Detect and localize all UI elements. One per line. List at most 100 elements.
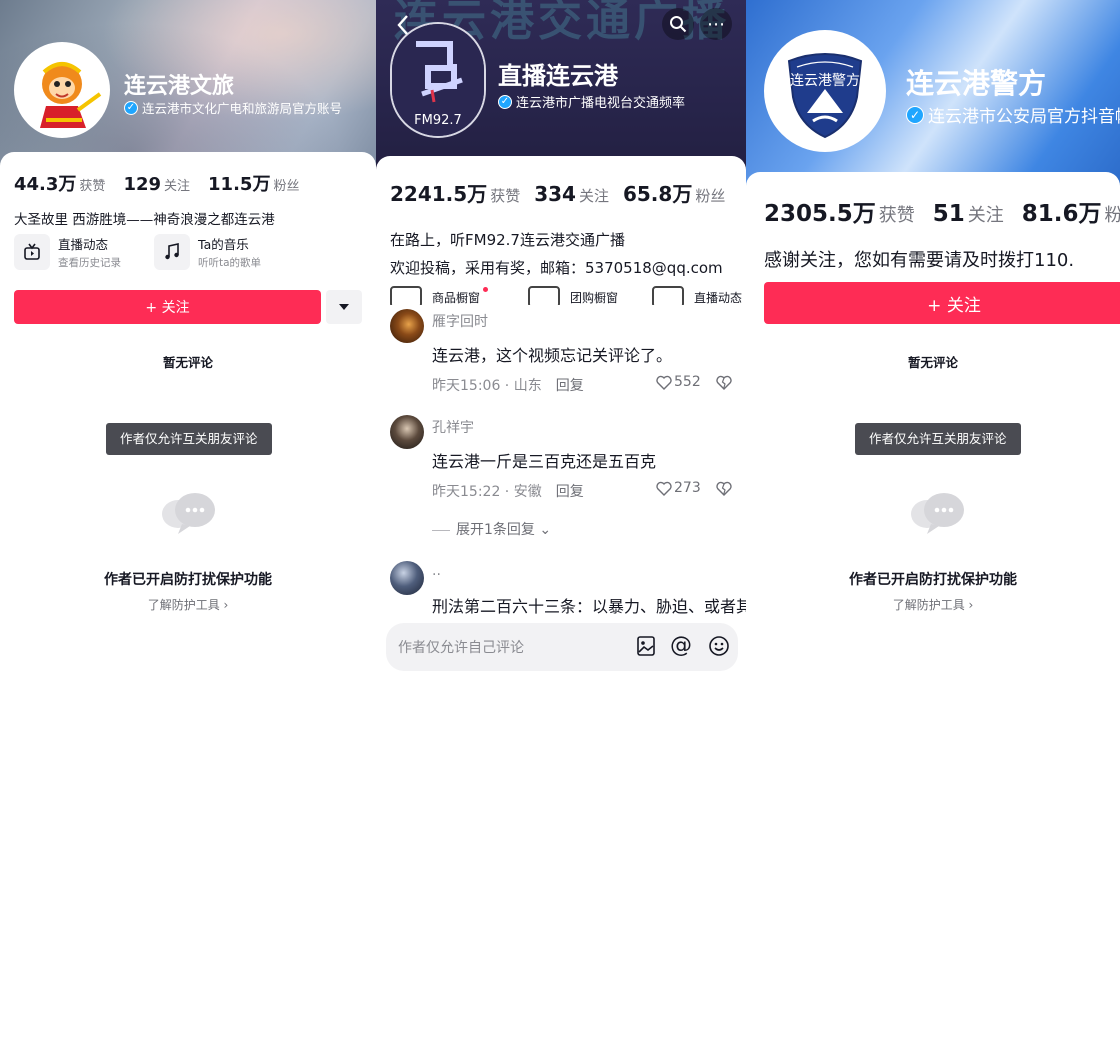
followers-count[interactable]: 65.8万 bbox=[623, 178, 692, 207]
expand-replies-button[interactable]: 展开1条回复 ⌄ bbox=[432, 519, 551, 539]
commenter-avatar[interactable] bbox=[390, 415, 424, 449]
tile-subtitle: 查看历史记录 bbox=[58, 257, 121, 269]
comment-username[interactable]: 雁字回时 bbox=[432, 311, 488, 331]
more-dropdown-button[interactable] bbox=[326, 290, 362, 324]
mention-icon[interactable]: @ bbox=[670, 633, 692, 658]
bio-line: 欢迎投稿，采用有奖，邮箱：5370518@qq.com bbox=[390, 259, 723, 277]
search-icon[interactable] bbox=[662, 8, 694, 40]
image-icon[interactable] bbox=[636, 635, 656, 657]
likes-label: 获赞 bbox=[878, 205, 915, 226]
broken-heart-icon[interactable] bbox=[716, 375, 732, 390]
reply-button[interactable]: 回复 bbox=[556, 484, 584, 500]
follow-button[interactable]: + 关注 bbox=[764, 282, 1120, 324]
back-icon[interactable] bbox=[396, 14, 410, 40]
learn-protection-link[interactable]: 了解防护工具 › bbox=[746, 596, 1120, 613]
profile-panel-police: 连云港警方 连云港警方 ✓ 连云港市公安局官方抖音帐号 2305.5万获赞 51… bbox=[746, 0, 1120, 672]
more-options-icon[interactable]: ⋯ bbox=[700, 8, 732, 40]
stats-row: 44.3万 获赞 129 关注 11.5万 粉丝 bbox=[14, 170, 317, 196]
followers-label[interactable]: 粉丝 bbox=[695, 185, 725, 206]
followers-label[interactable]: 粉丝 bbox=[273, 175, 299, 194]
comment-meta: 昨天15:06 · 山东 回复 bbox=[432, 375, 584, 395]
protection-title: 作者已开启防打扰保护功能 bbox=[849, 572, 1017, 588]
tile-subtitle: 听听ta的歌单 bbox=[198, 257, 262, 269]
heart-icon bbox=[656, 375, 672, 390]
verification-label: ✓ 连云港市广播电视台交通频率 bbox=[498, 92, 685, 111]
likes-count: 44.3万 bbox=[14, 174, 77, 195]
stats-row: 2241.5万 获赞 334 关注 65.8万 粉丝 bbox=[390, 178, 739, 207]
followers-count[interactable]: 81.6万 bbox=[1022, 194, 1102, 228]
tile-title: Ta的音乐 bbox=[198, 237, 249, 252]
monkey-king-mascot-icon bbox=[16, 44, 108, 136]
music-note-icon bbox=[154, 234, 190, 270]
shop-label: 直播动态 bbox=[694, 290, 743, 305]
avatar[interactable] bbox=[14, 42, 110, 138]
account-name: 连云港文旅 bbox=[124, 74, 235, 99]
verified-check-icon: ✓ bbox=[124, 100, 138, 115]
commenter-avatar[interactable] bbox=[390, 561, 424, 595]
comment-restriction-pill: 作者仅允许互关朋友评论 bbox=[106, 423, 272, 455]
broken-heart-icon[interactable] bbox=[716, 481, 732, 496]
following-count[interactable]: 334 bbox=[534, 182, 576, 206]
commenter-avatar[interactable] bbox=[390, 309, 424, 343]
live-history-tile[interactable]: 直播动态 查看历史记录 bbox=[14, 234, 121, 270]
avatar[interactable]: 连云港警方 bbox=[764, 30, 886, 152]
verified-check-icon: ✓ bbox=[906, 105, 924, 124]
emoji-icon[interactable] bbox=[708, 635, 730, 657]
follow-button[interactable]: + 关注 bbox=[14, 290, 321, 324]
caret-down-icon bbox=[339, 304, 349, 310]
tile-title: 直播动态 bbox=[58, 237, 109, 252]
shop-label: 商品橱窗 bbox=[432, 290, 481, 305]
bio-text: 在路上，听FM92.7连云港交通广播 欢迎投稿，采用有奖，邮箱：5370518@… bbox=[390, 226, 723, 282]
police-badge-icon: 连云港警方 bbox=[767, 33, 883, 149]
heart-icon bbox=[656, 481, 672, 496]
account-name: 连云港警方 bbox=[906, 67, 1047, 100]
comment-restriction-pill: 作者仅允许互关朋友评论 bbox=[855, 423, 1021, 455]
verified-check-icon: ✓ bbox=[498, 94, 512, 109]
verification-label: ✓ 连云港市文化广电和旅游局官方账号 bbox=[124, 98, 342, 117]
verification-text: 连云港市公安局官方抖音帐号 bbox=[928, 107, 1120, 127]
following-count[interactable]: 51 bbox=[933, 201, 965, 227]
bio-line: 在路上，听FM92.7连云港交通广播 bbox=[390, 231, 625, 249]
like-button[interactable]: 273 bbox=[656, 480, 701, 496]
notification-dot bbox=[483, 287, 488, 292]
following-label[interactable]: 关注 bbox=[164, 175, 190, 194]
logo-text: FM92.7 bbox=[414, 113, 462, 128]
divider bbox=[432, 529, 450, 531]
comment-time-location: 昨天15:06 · 山东 bbox=[432, 378, 542, 394]
profile-card: 44.3万 获赞 129 关注 11.5万 粉丝 大圣故里 西游胜境——神奇浪漫之都连… bbox=[0, 152, 376, 672]
chevron-down-icon: ⌄ bbox=[534, 522, 552, 538]
profile-panel-wenlv: 连云港文旅 ✓ 连云港市文化广电和旅游局官方账号 44.3万 获赞 129 关注 1… bbox=[0, 0, 376, 672]
protection-title: 作者已开启防打扰保护功能 bbox=[104, 572, 272, 588]
stats-row: 2305.5万获赞 51关注 81.6万粉丝 bbox=[764, 194, 1120, 228]
chat-bubbles-icon bbox=[911, 493, 964, 534]
comment-username[interactable]: 孔祥宇 bbox=[432, 417, 474, 437]
profile-card: 2305.5万获赞 51关注 81.6万粉丝 感谢关注，您如有需要请及时拨打11… bbox=[746, 172, 1120, 672]
fm927-logo-icon: FM92.7 bbox=[392, 24, 484, 136]
music-tile[interactable]: Ta的音乐 听听ta的歌单 bbox=[154, 234, 261, 270]
like-button[interactable]: 552 bbox=[656, 374, 701, 390]
comment-meta: 昨天15:22 · 安徽 回复 bbox=[432, 481, 584, 501]
followers-label[interactable]: 粉丝 bbox=[1105, 201, 1120, 227]
learn-protection-link[interactable]: 了解防护工具 › bbox=[0, 596, 376, 613]
following-label[interactable]: 关注 bbox=[968, 201, 1004, 227]
account-name: 直播连云港 bbox=[498, 62, 618, 90]
verification-text: 连云港市文化广电和旅游局官方账号 bbox=[142, 101, 343, 116]
shop-label: 团购橱窗 bbox=[570, 290, 619, 305]
bio-text: 大圣故里 西游胜境——神奇浪漫之都连云港 bbox=[14, 212, 275, 228]
reply-button[interactable]: 回复 bbox=[556, 378, 584, 394]
following-label[interactable]: 关注 bbox=[579, 185, 609, 206]
comment-username[interactable]: .. bbox=[432, 563, 441, 579]
no-comments-text: 暂无评论 bbox=[162, 355, 213, 370]
likes-label: 获赞 bbox=[490, 187, 521, 205]
likes-count: 2241.5万 bbox=[390, 182, 488, 206]
comment-input[interactable]: 作者仅允许自己评论 @ bbox=[386, 623, 738, 671]
comment-sheet: 雁字回时 连云港，这个视频忘记关评论了。 昨天15:06 · 山东 回复 552 … bbox=[376, 305, 746, 672]
no-comments-text: 暂无评论 bbox=[907, 355, 958, 370]
comment-text: 连云港一斤是三百克还是五百克 bbox=[432, 452, 657, 471]
bio-text: 感谢关注，您如有需要请及时拨打110. bbox=[764, 250, 1075, 271]
followers-count[interactable]: 11.5万 bbox=[208, 170, 270, 196]
expand-label: 展开1条回复 bbox=[456, 522, 535, 538]
following-count[interactable]: 129 bbox=[123, 174, 161, 195]
likes-count: 2305.5万 bbox=[764, 201, 876, 227]
comment-text: 刑法第二百六十三条：以暴力、胁迫、或者其 bbox=[432, 597, 746, 616]
